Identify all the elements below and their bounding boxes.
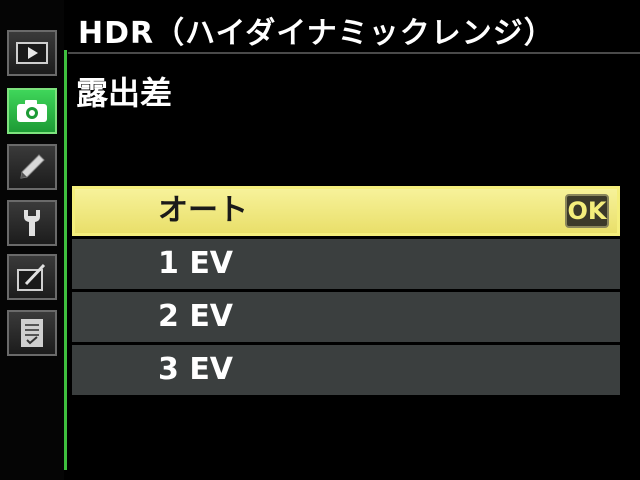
camera-icon [17, 100, 47, 122]
menu-sidebar [0, 0, 64, 480]
option-1ev[interactable]: 1 EV [72, 239, 620, 289]
page-title: HDR（ハイダイナミックレンジ） [78, 16, 555, 51]
option-3ev[interactable]: 3 EV [72, 345, 620, 395]
tab-playback[interactable] [7, 30, 57, 76]
ok-icon: OK [565, 194, 609, 228]
page-subtitle: 露出差 [76, 74, 173, 112]
wrench-icon [24, 210, 40, 236]
option-list: オート OK 1 EV 2 EV 3 EV [72, 186, 620, 398]
tab-custom-settings[interactable] [7, 144, 57, 190]
title-divider [68, 52, 640, 54]
retouch-icon [17, 263, 46, 291]
option-label: オート [158, 193, 248, 228]
pencil-icon [20, 154, 45, 179]
playback-icon [16, 42, 48, 64]
tab-my-menu[interactable] [7, 310, 57, 356]
tab-setup[interactable] [7, 200, 57, 246]
option-auto[interactable]: オート OK [72, 186, 620, 236]
camera-menu-screen: HDR（ハイダイナミックレンジ） 露出差 オート OK 1 EV 2 EV 3 … [0, 0, 640, 480]
option-label: 3 EV [158, 352, 234, 387]
option-label: 2 EV [158, 299, 234, 334]
my-menu-icon [21, 319, 43, 347]
tab-retouch[interactable] [7, 254, 57, 300]
option-2ev[interactable]: 2 EV [72, 292, 620, 342]
tab-shooting[interactable] [7, 88, 57, 134]
sidebar-divider [64, 50, 67, 470]
option-label: 1 EV [158, 246, 234, 281]
